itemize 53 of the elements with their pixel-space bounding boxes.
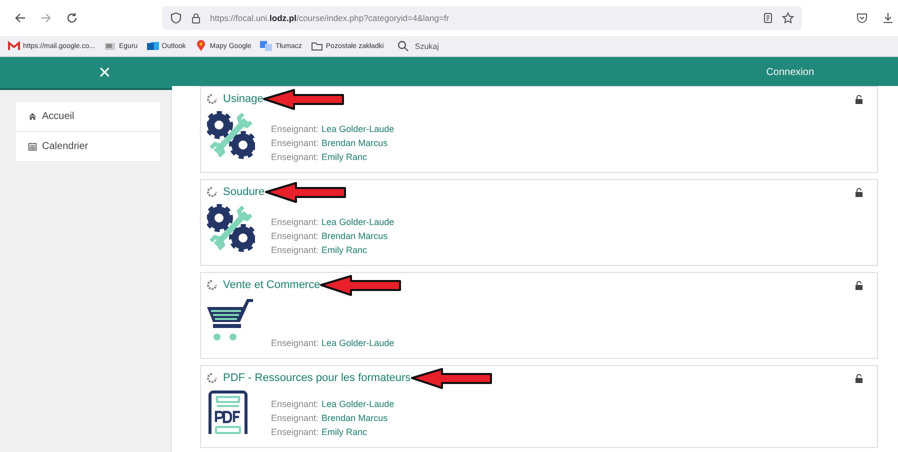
page-icon [104, 40, 116, 52]
teacher-label: Enseignant: [271, 138, 319, 148]
gear-wrench-icon [207, 111, 255, 159]
teacher-label: Enseignant: [271, 124, 319, 134]
search-icon [396, 40, 409, 52]
lock-icon [190, 12, 202, 24]
teacher-link[interactable]: Emily Ranc [322, 427, 368, 437]
gear-wrench-icon [207, 204, 255, 252]
course-title[interactable]: PDF - Ressources pour les formateurs [223, 372, 411, 384]
unlock-icon [855, 280, 863, 290]
teacher-label: Enseignant: [271, 413, 319, 423]
reload-icon[interactable] [66, 12, 78, 24]
teacher-link[interactable]: Lea Golder-Laude [322, 124, 394, 134]
teacher-label: Enseignant: [271, 427, 319, 437]
sidebar-item[interactable]: Accueil [16, 102, 160, 132]
teacher-link[interactable]: Emily Ranc [322, 152, 368, 162]
teacher-link[interactable]: Lea Golder-Laude [322, 338, 394, 348]
teacher-link[interactable]: Brendan Marcus [322, 413, 388, 423]
teacher-link[interactable]: Brendan Marcus [322, 231, 388, 241]
back-icon[interactable] [14, 12, 26, 24]
folder-icon [310, 40, 323, 52]
pocket-icon[interactable] [856, 12, 868, 24]
shield-icon [170, 12, 182, 24]
teacher-label: Enseignant: [271, 231, 319, 241]
course-title[interactable]: Usinage [223, 93, 264, 105]
search-field[interactable]: Szukaj [412, 40, 507, 52]
reader-view-icon[interactable] [762, 12, 774, 24]
address-bar[interactable]: https://focal.uni.lodz.pl/course/index.php?categoryid=4&lang=fr [162, 6, 802, 30]
teacher-link[interactable]: Lea Golder-Laude [322, 217, 394, 227]
unlock-icon [855, 94, 863, 104]
sidebar-item[interactable]: Calendrier [16, 132, 160, 162]
login-link[interactable]: Connexion [766, 67, 814, 78]
calendar-icon [28, 142, 37, 151]
teacher-label: Enseignant: [271, 152, 319, 162]
url-text: https://focal.uni.lodz.pl/course/index.php?categoryid=4&lang=fr [210, 13, 450, 23]
unlock-icon [855, 188, 863, 196]
unlock-icon [855, 374, 863, 382]
teacher-label: Enseignant: [271, 217, 319, 227]
teacher-link[interactable]: Lea Golder-Laude [322, 399, 394, 409]
teacher-label: Enseignant: [271, 399, 319, 409]
teacher-label: Enseignant: [271, 338, 319, 348]
course-title[interactable]: Soudure [223, 186, 265, 198]
teacher-link[interactable]: Emily Ranc [322, 245, 368, 255]
teacher-label: Enseignant: [271, 245, 319, 255]
star-icon[interactable] [782, 12, 794, 24]
teacher-link[interactable]: Brendan Marcus [322, 138, 388, 148]
mail-icon [8, 40, 20, 52]
map-pin-icon [194, 40, 207, 52]
home-icon [28, 112, 37, 121]
download-icon[interactable] [882, 12, 894, 24]
translate-icon [260, 40, 272, 52]
course-title[interactable]: Vente et Commerce [223, 279, 320, 291]
close-button[interactable]: ✕ [94, 61, 116, 84]
